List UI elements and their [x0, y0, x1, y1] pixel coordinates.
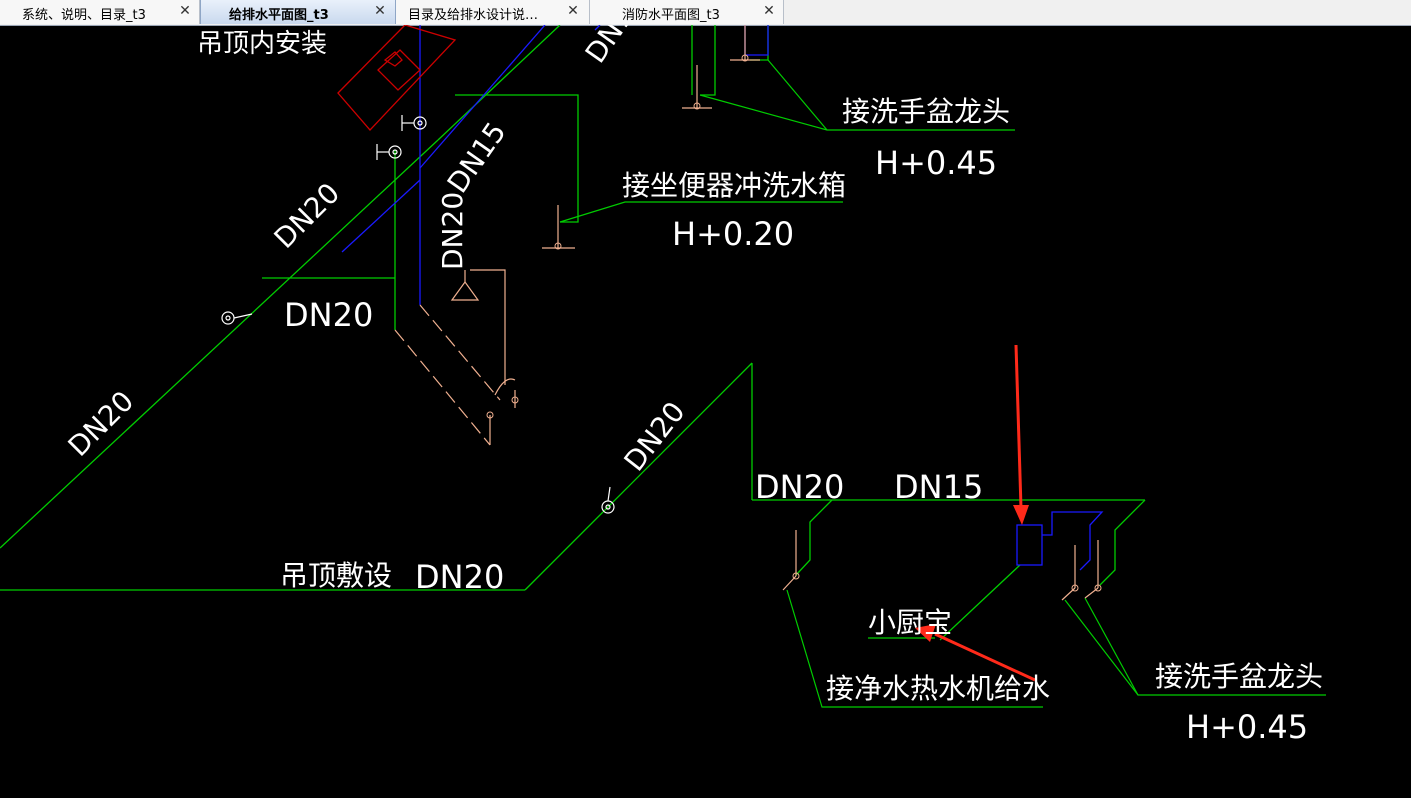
- heater-inner-mark: [383, 51, 403, 67]
- label-elev-basin-bottom: H+0.45: [1186, 708, 1308, 746]
- pipe-blue-heater-branch: [1042, 511, 1104, 571]
- tab-system-notes-catalog[interactable]: 系统、说明、目录_t3 ✕: [0, 0, 200, 24]
- document-tab-bar: 系统、说明、目录_t3 ✕ 给排水平面图_t3 ✕ 目录及给排水设计说… ✕ 消…: [0, 0, 1411, 26]
- valve-symbol-icon[interactable]: [401, 115, 427, 131]
- label-dn15-top: DN15: [579, 25, 651, 69]
- basin-bottom-arm-2: [1084, 587, 1099, 599]
- label-kitchen: 小厨宝: [868, 606, 952, 639]
- pipe-dn20-center-diagonal: [524, 362, 753, 591]
- pipe-basin-top-2: [700, 25, 716, 96]
- tab-catalog-design-notes[interactable]: 目录及给排水设计说… ✕: [396, 0, 590, 24]
- label-dn15-mid: DN15: [441, 116, 513, 199]
- leader-basin-top-2: [767, 59, 828, 131]
- label-basin-top: 接洗手盆龙头: [842, 95, 1010, 128]
- label-purifier: 接净水热水机给水: [826, 672, 1050, 705]
- tab-label: 目录及给排水设计说…: [408, 8, 539, 23]
- close-icon[interactable]: ✕: [566, 2, 580, 20]
- tab-fire-water-plan[interactable]: 消防水平面图_t3 ✕: [590, 0, 784, 24]
- water-heater-unit[interactable]: [1016, 524, 1043, 566]
- drain-dashed-1: [394, 329, 491, 446]
- floor-drain-triangle-icon: [450, 280, 480, 301]
- label-ceiling-lay: 吊顶敷设: [280, 559, 392, 592]
- pipe-kitchen-branch: [795, 499, 833, 576]
- valve-symbol-icon[interactable]: [601, 486, 615, 514]
- trap-curve-icon: [494, 378, 516, 396]
- valve-symbols: [221, 115, 615, 514]
- pipe-basin-branch-1: [1099, 499, 1146, 586]
- tab-label: 消防水平面图_t3: [622, 8, 720, 23]
- label-dn20-upper: DN20: [268, 176, 347, 255]
- drawing-labels: 吊顶内安装 DN20 DN15 DN15 DN20 DN20 DN20 DN20…: [62, 25, 1323, 746]
- leader-basin-bottom-2: [1084, 597, 1139, 696]
- label-dn20-horizontal: DN20: [284, 296, 373, 334]
- close-icon[interactable]: ✕: [178, 2, 192, 20]
- label-dn20-bottom: DN20: [415, 558, 504, 596]
- drain-dashed-2: [419, 304, 501, 401]
- label-toilet-tank: 接坐便器冲洗水箱: [622, 169, 846, 202]
- ceiling-water-heater[interactable]: [337, 25, 457, 131]
- cad-drawing-canvas[interactable]: 吊顶内安装 DN20 DN15 DN15 DN20 DN20 DN20 DN20…: [0, 25, 1411, 798]
- pipe-dn20-left-diagonal: [0, 139, 439, 549]
- fixture-trap-pipe: [470, 269, 506, 385]
- pipe-dn20-upper-diagonal: [437, 25, 561, 141]
- label-dn20-vertical: DN20: [436, 192, 469, 270]
- pipe-blue-top-fixture: [744, 25, 769, 56]
- annotation-arrow-icon: [1013, 344, 1029, 525]
- close-icon[interactable]: ✕: [373, 2, 387, 20]
- label-dn20-right: DN20: [755, 468, 844, 506]
- tab-water-supply-drainage-plan[interactable]: 给排水平面图_t3 ✕: [200, 0, 396, 24]
- label-dn15-right: DN15: [894, 468, 983, 506]
- label-basin-bottom: 接洗手盆龙头: [1155, 660, 1323, 693]
- pipe-blue-diagonal-lower: [341, 179, 421, 253]
- label-dn20-left: DN20: [62, 384, 141, 463]
- fixture-connection-points: [486, 54, 1102, 592]
- label-dn20-center: DN20: [618, 395, 692, 477]
- valve-symbol-icon[interactable]: [376, 144, 402, 160]
- label-elev-toilet: H+0.20: [672, 215, 794, 253]
- tab-label: 系统、说明、目录_t3: [22, 8, 146, 23]
- heater-outline: [337, 25, 457, 131]
- tab-label: 给排水平面图_t3: [229, 8, 329, 23]
- label-ceiling-install: 吊顶内安装: [197, 29, 327, 59]
- close-icon[interactable]: ✕: [762, 2, 776, 20]
- label-elev-basin-top: H+0.45: [875, 144, 997, 182]
